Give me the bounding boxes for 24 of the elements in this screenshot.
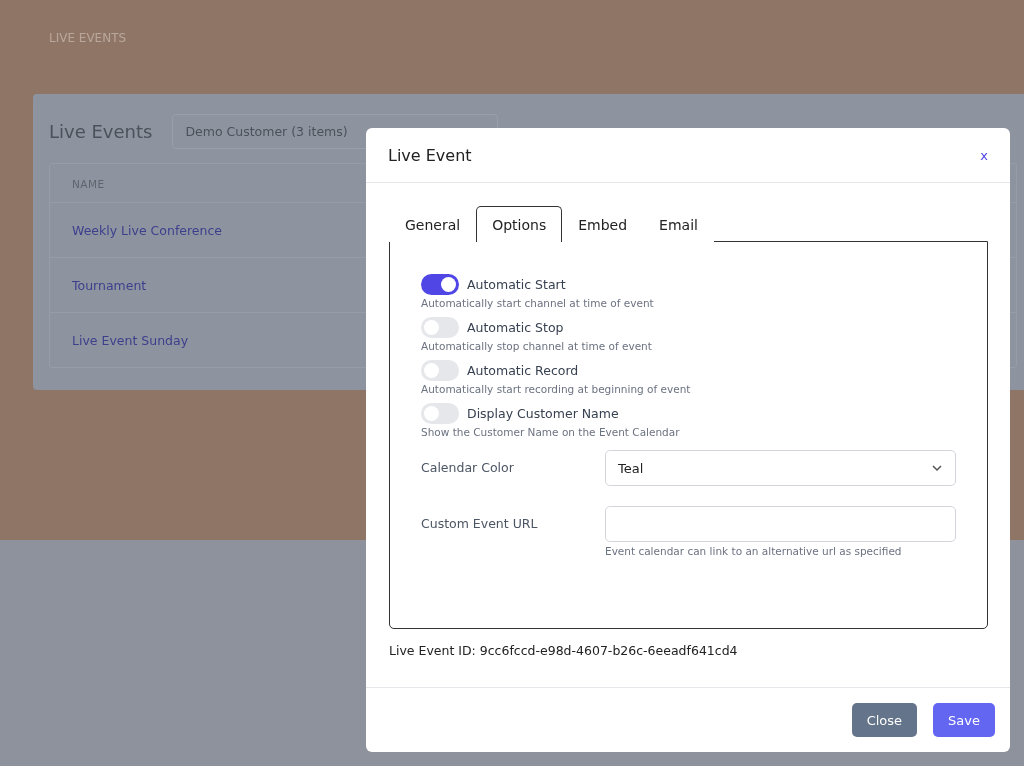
save-button[interactable]: Save bbox=[933, 703, 995, 737]
tab[interactable]: Options bbox=[476, 206, 563, 242]
field-label: Calendar Color bbox=[421, 459, 515, 475]
toggle-switch[interactable] bbox=[421, 317, 459, 338]
help-text: Automatically start channel at time of event bbox=[421, 297, 655, 309]
url-input[interactable] bbox=[605, 506, 956, 542]
close-button[interactable]: x bbox=[980, 147, 988, 163]
close-button[interactable]: Close bbox=[851, 703, 918, 737]
toggle-switch[interactable] bbox=[421, 274, 459, 295]
event-id-text: Live Event ID: 9cc6fccd-e98d-4607-b26c-6eeadf641cd4 bbox=[389, 643, 739, 658]
toggle-label: Automatic Record bbox=[467, 363, 579, 378]
chevron-down-icon bbox=[931, 462, 943, 474]
help-text: Automatically start recording at beginning of event bbox=[421, 383, 692, 395]
toggle-switch[interactable] bbox=[421, 360, 459, 381]
help-text: Show the Customer Name on the Event Calendar bbox=[421, 426, 681, 438]
help-text: Automatically stop channel at time of event bbox=[421, 340, 653, 352]
toggle-switch[interactable] bbox=[421, 403, 459, 424]
field-label: Custom Event URL bbox=[421, 515, 539, 531]
toggle-label: Automatic Stop bbox=[467, 320, 564, 335]
toggle-label: Display Customer Name bbox=[467, 406, 619, 421]
help-text: Event calendar can link to an alternative url as specified bbox=[605, 545, 903, 557]
color-select[interactable]: Teal bbox=[605, 450, 956, 486]
card-title: Live Events bbox=[49, 121, 153, 142]
toggle-label: Automatic Start bbox=[467, 277, 566, 292]
